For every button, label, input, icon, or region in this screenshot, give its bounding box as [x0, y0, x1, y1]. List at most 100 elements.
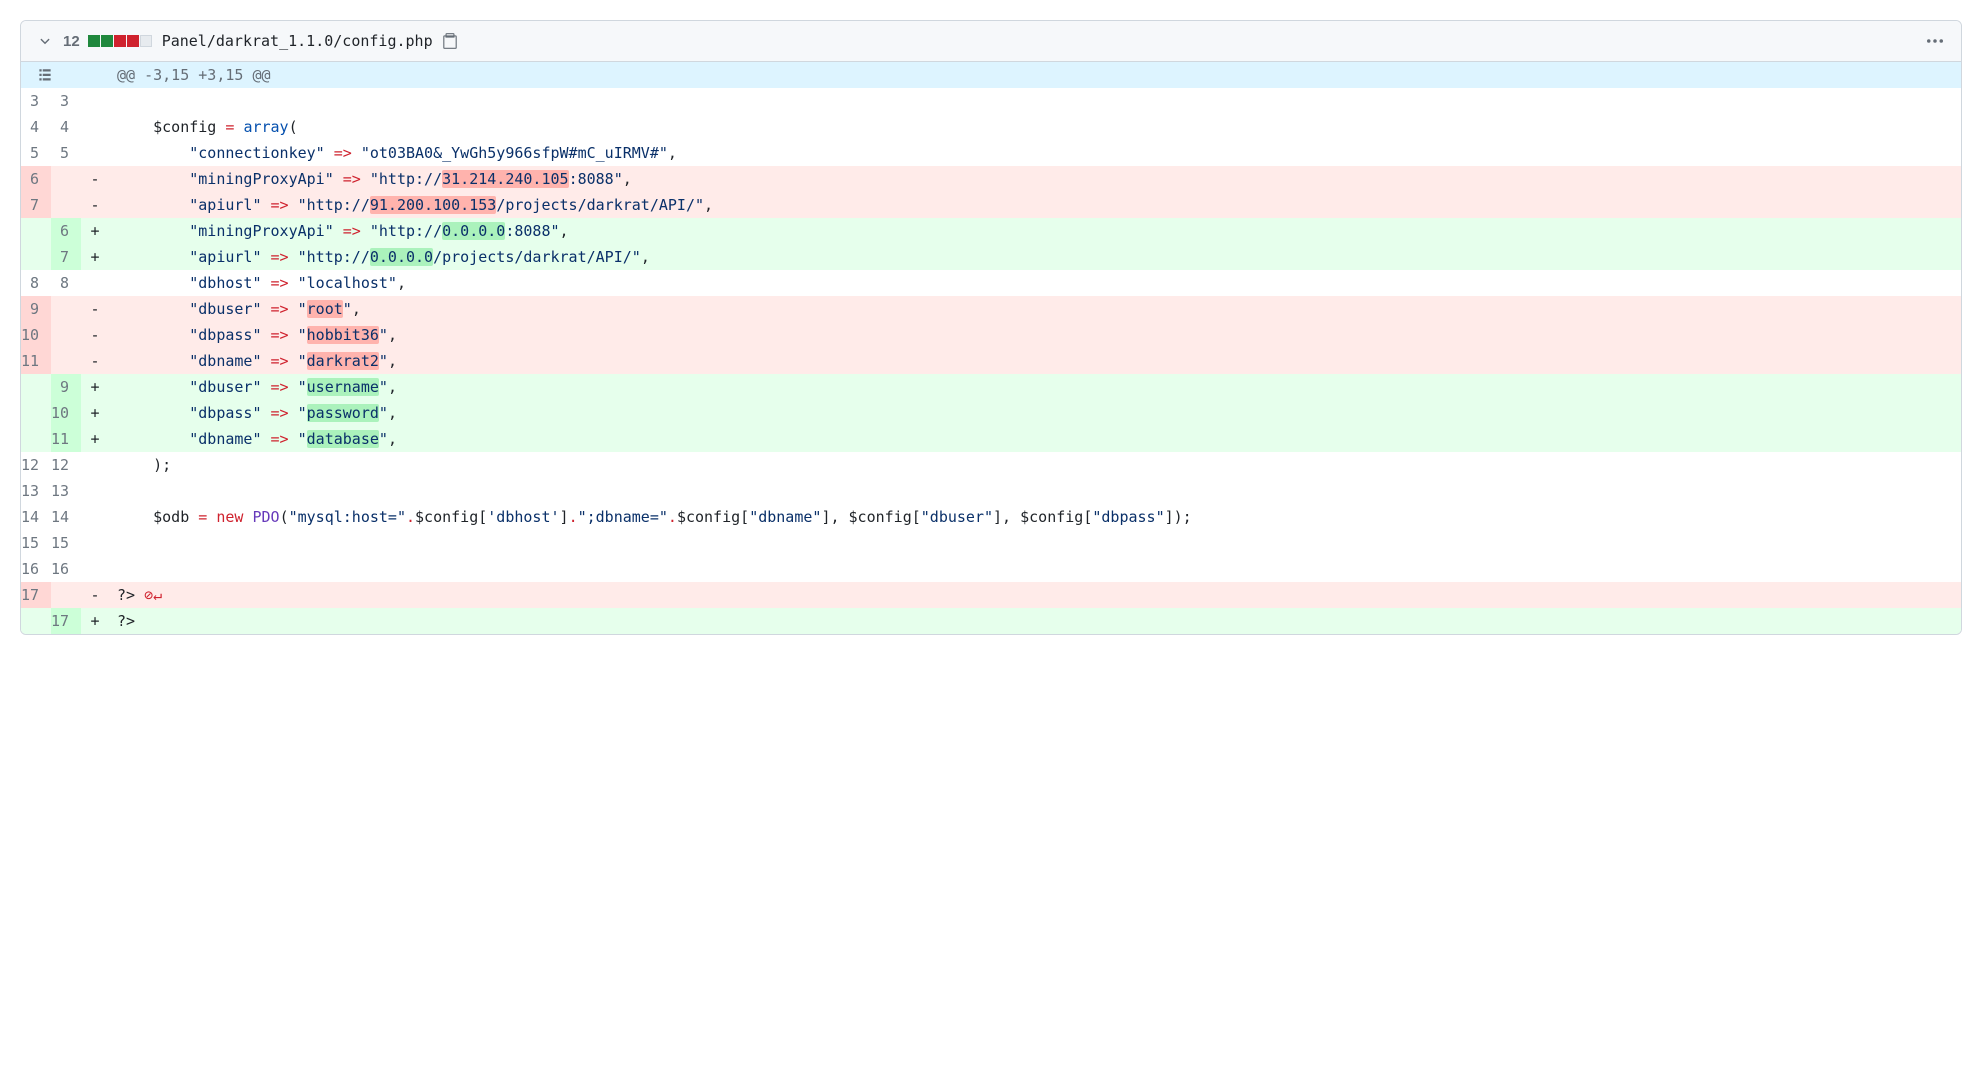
code-cell[interactable]: "apiurl" => "http://91.200.100.153/proje…	[109, 192, 1961, 218]
code-cell[interactable]: "apiurl" => "http://0.0.0.0/projects/dar…	[109, 244, 1961, 270]
diff-marker	[81, 556, 109, 582]
code-cell[interactable]: "dbhost" => "localhost",	[109, 270, 1961, 296]
diff-row: 10+ "dbpass" => "password",	[21, 400, 1961, 426]
collapse-toggle[interactable]	[37, 33, 53, 49]
new-line-number[interactable]: 7	[51, 244, 81, 270]
hunk-header-row: @@ -3,15 +3,15 @@	[21, 62, 1961, 88]
diff-row: 1212 );	[21, 452, 1961, 478]
diff-row: 1414 $odb = new PDO("mysql:host=".$confi…	[21, 504, 1961, 530]
old-line-number[interactable]: 16	[21, 556, 51, 582]
diff-marker: +	[81, 426, 109, 452]
file-header: 12 Panel/darkrat_1.1.0/config.php	[21, 21, 1961, 62]
old-line-number[interactable]: 12	[21, 452, 51, 478]
code-cell[interactable]: $odb = new PDO("mysql:host=".$config['db…	[109, 504, 1961, 530]
old-line-number[interactable]	[21, 244, 51, 270]
diff-row: 11- "dbname" => "darkrat2",	[21, 348, 1961, 374]
new-line-number[interactable]: 15	[51, 530, 81, 556]
diff-row: 6- "miningProxyApi" => "http://31.214.24…	[21, 166, 1961, 192]
diff-marker: +	[81, 218, 109, 244]
old-line-number[interactable]: 11	[21, 348, 51, 374]
diff-marker	[81, 140, 109, 166]
copy-path-button[interactable]	[441, 32, 459, 50]
diff-marker: -	[81, 322, 109, 348]
new-line-number[interactable]	[51, 296, 81, 322]
new-line-number[interactable]	[51, 166, 81, 192]
diff-row: 6+ "miningProxyApi" => "http://0.0.0.0:8…	[21, 218, 1961, 244]
code-cell[interactable]: $config = array(	[109, 114, 1961, 140]
code-cell[interactable]: ?>	[109, 608, 1961, 634]
diff-table: @@ -3,15 +3,15 @@ 3344 $config = array(5…	[21, 62, 1961, 634]
code-cell[interactable]: "dbname" => "database",	[109, 426, 1961, 452]
new-line-number[interactable]	[51, 192, 81, 218]
new-line-number[interactable]	[51, 582, 81, 608]
old-line-number[interactable]: 7	[21, 192, 51, 218]
code-cell[interactable]	[109, 478, 1961, 504]
diffstat-add-square	[101, 35, 113, 47]
diff-row: 88 "dbhost" => "localhost",	[21, 270, 1961, 296]
new-line-number[interactable]: 13	[51, 478, 81, 504]
diff-marker	[81, 88, 109, 114]
code-cell[interactable]: "miningProxyApi" => "http://31.214.240.1…	[109, 166, 1961, 192]
code-cell[interactable]: "dbname" => "darkrat2",	[109, 348, 1961, 374]
old-line-number[interactable]	[21, 608, 51, 634]
new-line-number[interactable]: 8	[51, 270, 81, 296]
code-cell[interactable]: "connectionkey" => "ot03BA0&_YwGh5y966sf…	[109, 140, 1961, 166]
diff-marker: -	[81, 582, 109, 608]
old-line-number[interactable]	[21, 374, 51, 400]
new-line-number[interactable]: 17	[51, 608, 81, 634]
old-line-number[interactable]: 13	[21, 478, 51, 504]
diff-marker	[81, 530, 109, 556]
file-path-link[interactable]: Panel/darkrat_1.1.0/config.php	[162, 32, 433, 50]
code-cell[interactable]: "dbuser" => "root",	[109, 296, 1961, 322]
code-cell[interactable]: ?> ⊘↵	[109, 582, 1961, 608]
old-line-number[interactable]: 6	[21, 166, 51, 192]
file-menu-button[interactable]	[1925, 31, 1945, 51]
old-line-number[interactable]	[21, 218, 51, 244]
code-cell[interactable]: "dbuser" => "username",	[109, 374, 1961, 400]
old-line-number[interactable]: 3	[21, 88, 51, 114]
new-line-number[interactable]: 9	[51, 374, 81, 400]
diff-row: 7+ "apiurl" => "http://0.0.0.0/projects/…	[21, 244, 1961, 270]
code-cell[interactable]: "dbpass" => "hobbit36",	[109, 322, 1961, 348]
old-line-number[interactable]: 5	[21, 140, 51, 166]
diff-row: 9+ "dbuser" => "username",	[21, 374, 1961, 400]
old-line-number[interactable]: 9	[21, 296, 51, 322]
old-line-number[interactable]: 8	[21, 270, 51, 296]
new-line-number[interactable]: 11	[51, 426, 81, 452]
old-line-number[interactable]: 17	[21, 582, 51, 608]
new-line-number[interactable]: 12	[51, 452, 81, 478]
old-line-number[interactable]: 4	[21, 114, 51, 140]
diff-marker: +	[81, 400, 109, 426]
new-line-number[interactable]: 3	[51, 88, 81, 114]
diffstat	[88, 35, 152, 47]
diff-row: 11+ "dbname" => "database",	[21, 426, 1961, 452]
old-line-number[interactable]: 10	[21, 322, 51, 348]
diff-marker: +	[81, 374, 109, 400]
code-cell[interactable]: );	[109, 452, 1961, 478]
new-line-number[interactable]: 4	[51, 114, 81, 140]
new-line-number[interactable]: 14	[51, 504, 81, 530]
old-line-number[interactable]	[21, 400, 51, 426]
code-cell[interactable]	[109, 530, 1961, 556]
code-cell[interactable]	[109, 556, 1961, 582]
diff-row: 1515	[21, 530, 1961, 556]
code-cell[interactable]	[109, 88, 1961, 114]
new-line-number[interactable]	[51, 322, 81, 348]
new-line-number[interactable]: 16	[51, 556, 81, 582]
chevron-down-icon	[37, 33, 53, 49]
diffstat-add-square	[88, 35, 100, 47]
diff-row: 44 $config = array(	[21, 114, 1961, 140]
diffstat-del-square	[114, 35, 126, 47]
diff-row: 17+?>	[21, 608, 1961, 634]
new-line-number[interactable]: 5	[51, 140, 81, 166]
diff-marker	[81, 504, 109, 530]
old-line-number[interactable]: 14	[21, 504, 51, 530]
old-line-number[interactable]: 15	[21, 530, 51, 556]
code-cell[interactable]: "dbpass" => "password",	[109, 400, 1961, 426]
code-cell[interactable]: "miningProxyApi" => "http://0.0.0.0:8088…	[109, 218, 1961, 244]
old-line-number[interactable]	[21, 426, 51, 452]
new-line-number[interactable]	[51, 348, 81, 374]
new-line-number[interactable]: 6	[51, 218, 81, 244]
expand-icon[interactable]	[36, 67, 54, 85]
new-line-number[interactable]: 10	[51, 400, 81, 426]
